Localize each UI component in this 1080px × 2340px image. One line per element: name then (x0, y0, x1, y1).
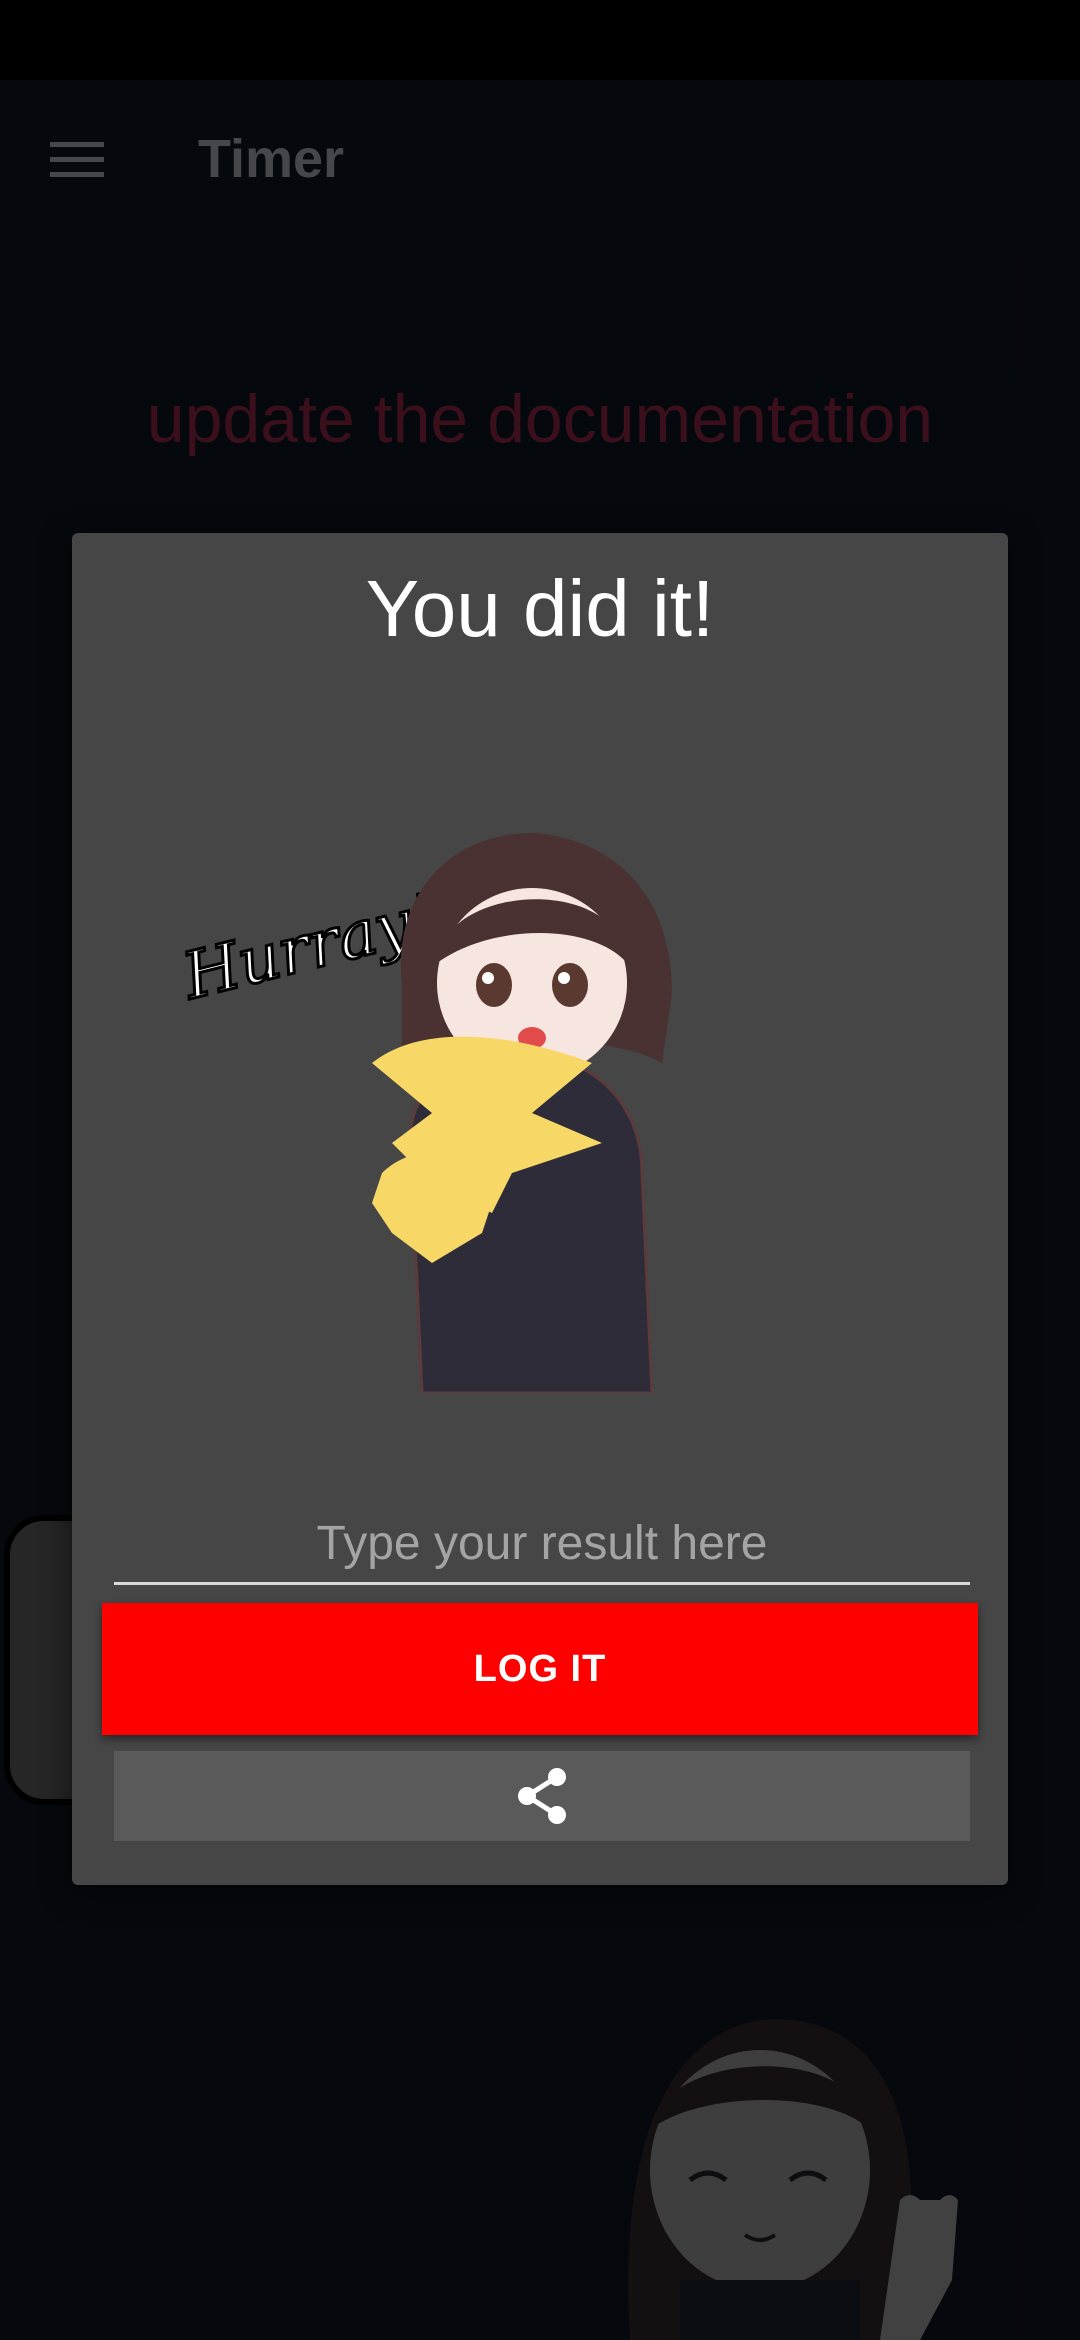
share-icon (518, 1768, 566, 1824)
dialog-title: You did it! (365, 564, 715, 653)
hurray-sticker-illustration: Hurray! (174, 833, 672, 1393)
completion-dialog: You did it! Hurray! LOG IT (72, 533, 1008, 1885)
result-input[interactable] (114, 1505, 970, 1585)
share-button[interactable] (114, 1751, 970, 1841)
log-it-button[interactable]: LOG IT (102, 1603, 978, 1735)
